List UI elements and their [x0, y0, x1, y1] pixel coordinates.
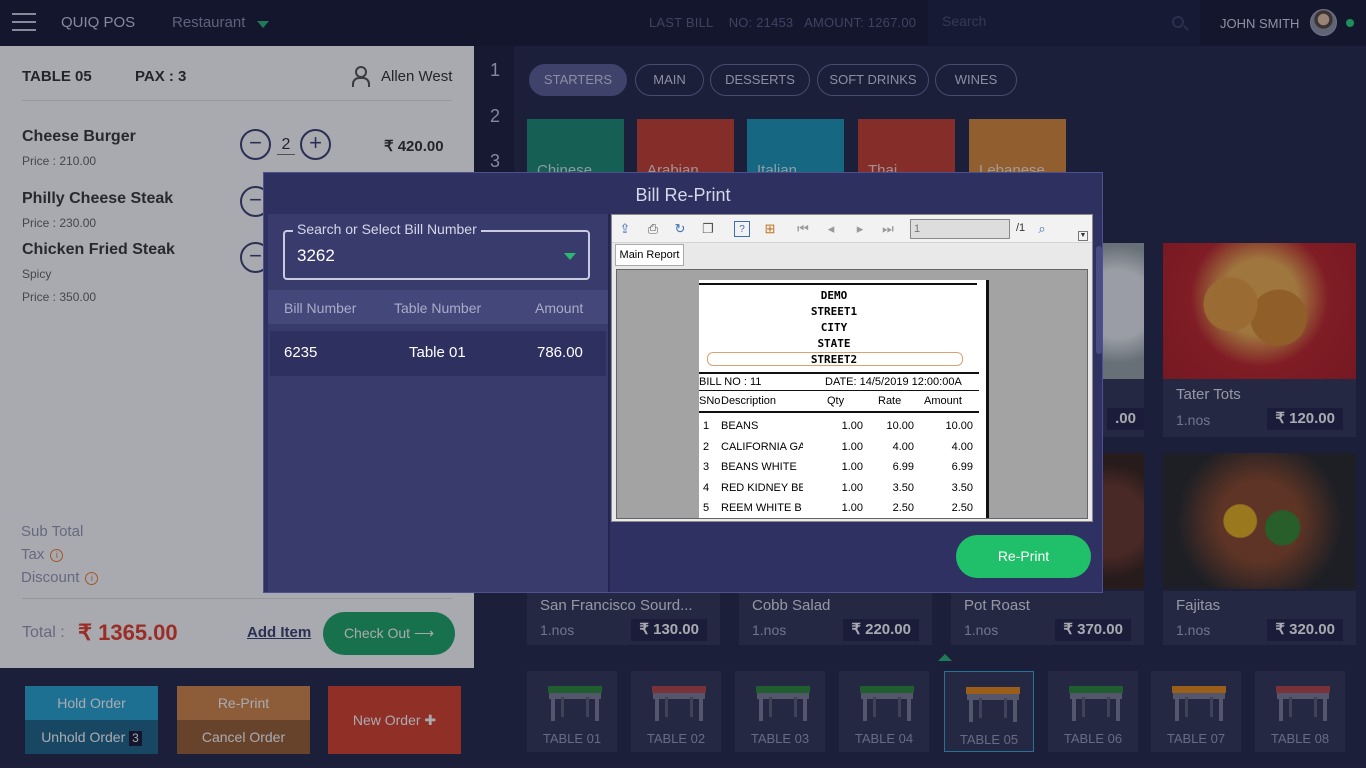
viewer-toolbar: ⇪ ⎙ ↻ ❐ ? ⊞ ⏮ ◂ ▸ ⏭ 1 /1 ⌕ ▼ [612, 215, 1092, 243]
receipt-column: Rate [878, 395, 902, 407]
group-tree-icon[interactable]: ⊞ [762, 221, 778, 237]
receipt-column: Qty [827, 395, 845, 407]
bill-reprint-dialog: Bill Re-Print Search or Select Bill Numb… [263, 172, 1103, 593]
receipt-date: DATE: 14/5/2019 12:00:00A [825, 376, 962, 388]
receipt-column: Description [721, 395, 777, 407]
receipt-header-line: CITY [820, 321, 848, 334]
receipt-cell: REEM WHITE B [721, 502, 802, 514]
report-canvas[interactable]: DEMO STREET1 CITY STATE STREET2 BILL NO … [616, 269, 1088, 519]
chevron-down-icon[interactable] [564, 253, 576, 260]
receipt-cell: 1 [703, 420, 710, 432]
dialog-title: Bill Re-Print [635, 185, 731, 205]
receipt-cell: 2.50 [892, 502, 914, 514]
receipt-cell: 1.00 [841, 440, 863, 453]
receipt-header-line: STREET1 [810, 305, 858, 318]
bill-number-select[interactable]: Search or Select Bill Number 3262 [283, 221, 590, 280]
receipt-column: Amount [924, 395, 962, 407]
receipt-cell: 1.00 [841, 502, 863, 514]
receipt-cell: 3.50 [951, 481, 973, 494]
export-icon[interactable]: ⇪ [617, 221, 633, 237]
receipt-header-line: STATE [817, 337, 851, 350]
help-icon[interactable]: ? [734, 221, 750, 237]
receipt-cell: 1.00 [841, 461, 863, 473]
bill-preview: DEMO STREET1 CITY STATE STREET2 BILL NO … [699, 280, 989, 518]
table-number-cell: Table 01 [409, 344, 466, 361]
refresh-icon[interactable]: ↻ [672, 221, 688, 237]
report-panel: ⇪ ⎙ ↻ ❐ ? ⊞ ⏮ ◂ ▸ ⏭ 1 /1 ⌕ ▼ Main Report… [608, 214, 1102, 592]
previous-page-icon[interactable]: ◂ [823, 221, 839, 237]
receipt-cell: BEANS WHITE [721, 461, 797, 473]
divider [699, 411, 979, 413]
tab-main-report[interactable]: Main Report [615, 244, 684, 266]
report-viewer: ⇪ ⎙ ↻ ❐ ? ⊞ ⏮ ◂ ▸ ⏭ 1 /1 ⌕ ▼ Main Report… [611, 214, 1093, 522]
bill-number-value[interactable]: 3262 [297, 246, 335, 266]
receipt-cell: 6.99 [892, 461, 914, 473]
divider [699, 390, 979, 391]
column-header: Amount [535, 300, 584, 316]
copy-icon[interactable]: ❐ [700, 221, 716, 237]
page-total: /1 [1016, 222, 1026, 234]
divider [699, 283, 977, 285]
receipt-cell: 2.50 [951, 502, 973, 514]
bill-list-panel: Search or Select Bill Number 3262 Bill N… [268, 214, 608, 592]
receipt-header-line: DEMO [820, 289, 848, 302]
last-page-icon[interactable]: ⏭ [880, 221, 896, 237]
receipt-cell: 4 [703, 481, 710, 494]
chevron-down-icon[interactable]: ▼ [1078, 231, 1088, 241]
receipt-cell: 4.00 [892, 440, 914, 453]
find-icon[interactable]: ⌕ [1034, 221, 1050, 237]
print-icon[interactable]: ⎙ [645, 221, 661, 237]
amount-cell: 786.00 [537, 344, 583, 361]
receipt-cell: 10.00 [886, 420, 914, 432]
receipt-cell: 2 [703, 440, 710, 453]
receipt-cell: 3.50 [892, 481, 914, 494]
receipt-cell: 1.00 [841, 481, 863, 494]
receipt-cell: RED KIDNEY BE [721, 481, 803, 494]
receipt-bill-no: BILL NO : 11 [699, 376, 762, 388]
first-page-icon[interactable]: ⏮ [795, 221, 811, 237]
receipt-cell: CALIFORNIA GA [721, 440, 803, 453]
receipt-cell: BEANS [721, 420, 759, 432]
receipt-cell: 6.99 [951, 461, 973, 473]
scrollbar[interactable] [1096, 246, 1102, 354]
page-number-input[interactable]: 1 [910, 219, 1010, 239]
divider [699, 372, 979, 374]
bill-number-cell: 6235 [284, 344, 318, 361]
receipt-header-line: STREET2 [810, 353, 858, 366]
receipt-cell: 10.00 [945, 420, 973, 432]
receipt-cell: 1.00 [841, 420, 863, 432]
receipt-column: SNo [699, 395, 721, 407]
receipt-cell: 3 [703, 461, 710, 473]
next-page-icon[interactable]: ▸ [852, 221, 868, 237]
receipt-cell: 5 [703, 502, 710, 514]
column-header: Table Number [394, 300, 482, 316]
column-header: Bill Number [284, 300, 357, 316]
receipt-cell: 4.00 [951, 440, 973, 453]
bill-number-label: Search or Select Bill Number [293, 221, 481, 237]
reprint-confirm-button[interactable]: Re-Print [956, 535, 1091, 578]
